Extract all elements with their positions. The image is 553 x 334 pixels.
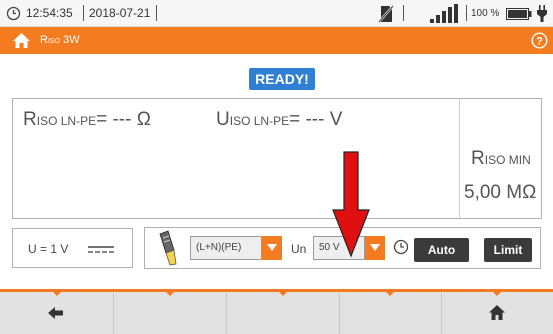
panel-divider bbox=[459, 99, 460, 218]
home-icon bbox=[489, 305, 505, 320]
charging-plug-icon bbox=[537, 5, 547, 22]
un-label: Un bbox=[291, 242, 307, 256]
status-divider bbox=[156, 5, 157, 21]
riso-min-label: RISO MIN bbox=[471, 148, 531, 169]
dc-symbol-icon bbox=[88, 246, 114, 253]
page-title: RISO 3W bbox=[40, 34, 80, 46]
chevron-down-icon bbox=[370, 244, 380, 251]
riso-reading: RISO LN-PE= --- Ω bbox=[23, 109, 151, 130]
signal-strength-icon bbox=[430, 4, 458, 23]
status-time: 12:54:35 bbox=[26, 6, 73, 20]
uiso-reading: UISO LN-PE= --- V bbox=[216, 109, 343, 130]
status-bar: 12:54:35 2018-07-21 100 % bbox=[0, 0, 553, 27]
back-arrow-icon bbox=[48, 307, 63, 319]
clock-icon bbox=[6, 6, 21, 21]
riso-min-value: 5,00 MΩ bbox=[464, 182, 537, 203]
status-divider bbox=[466, 5, 467, 21]
annotation-arrow-icon bbox=[332, 151, 370, 258]
status-divider bbox=[403, 5, 404, 21]
bottom-divider bbox=[113, 293, 114, 334]
battery-percent: 100 % bbox=[471, 8, 500, 19]
config-dropdown-button[interactable] bbox=[262, 236, 282, 260]
title-bar: RISO 3W ? bbox=[0, 27, 553, 54]
config-select[interactable]: (L+N)(PE) bbox=[190, 236, 262, 260]
ready-status-badge: READY! bbox=[249, 68, 315, 90]
no-sd-card-icon bbox=[378, 5, 394, 23]
chevron-down-icon bbox=[267, 244, 277, 251]
auto-button[interactable]: Auto bbox=[414, 238, 469, 262]
voltage-reading: U = 1 V bbox=[28, 242, 69, 256]
limit-button[interactable]: Limit bbox=[484, 238, 532, 262]
home-icon[interactable] bbox=[12, 32, 31, 49]
bottom-divider bbox=[339, 293, 340, 334]
home-button[interactable] bbox=[442, 292, 553, 334]
timer-icon bbox=[393, 239, 409, 255]
bottom-divider bbox=[226, 293, 227, 334]
svg-text:?: ? bbox=[536, 36, 543, 48]
battery-icon bbox=[506, 8, 532, 20]
help-icon[interactable]: ? bbox=[531, 32, 548, 49]
back-button[interactable] bbox=[0, 292, 113, 334]
probe-adapter-icon bbox=[159, 230, 177, 266]
status-divider bbox=[83, 5, 84, 21]
status-date: 2018-07-21 bbox=[89, 6, 151, 20]
